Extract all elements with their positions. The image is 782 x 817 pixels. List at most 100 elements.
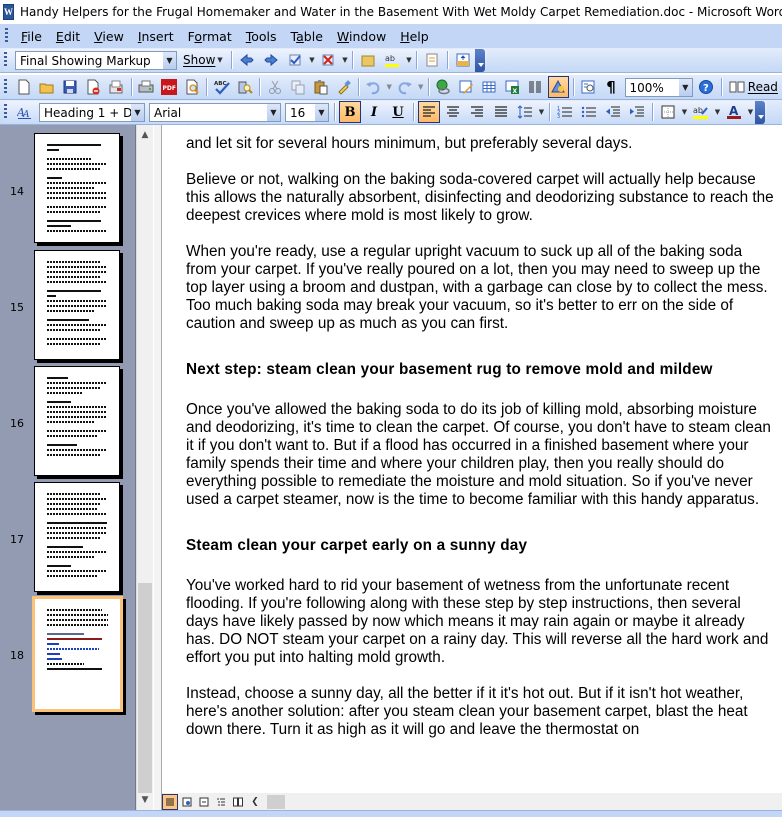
reading-layout-view-button[interactable] xyxy=(230,794,246,810)
chevron-down-icon[interactable]: ▼ xyxy=(307,56,316,64)
email-icon[interactable] xyxy=(106,76,127,98)
toolbar-grip-handle[interactable] xyxy=(4,79,7,95)
bold-button[interactable]: B xyxy=(339,101,361,123)
show-markup-button[interactable]: Show ▼ xyxy=(179,49,228,71)
toolbar-grip-handle[interactable] xyxy=(4,52,7,68)
previous-change-icon[interactable] xyxy=(236,49,258,71)
tables-borders-icon[interactable] xyxy=(456,76,477,98)
print-preview-icon[interactable] xyxy=(181,76,202,98)
help-icon[interactable]: ? xyxy=(696,76,717,98)
align-left-icon[interactable] xyxy=(418,101,440,123)
outline-view-button[interactable] xyxy=(213,794,229,810)
menu-view[interactable]: View xyxy=(87,29,131,44)
read-button[interactable]: Read xyxy=(725,76,782,98)
italic-button[interactable]: I xyxy=(363,101,385,123)
chevron-down-icon[interactable]: ▼ xyxy=(315,103,328,121)
document-body[interactable]: and let sit for several hours minimum, b… xyxy=(186,135,776,757)
save-icon[interactable] xyxy=(60,76,81,98)
chevron-down-icon[interactable]: ▼ xyxy=(416,83,425,91)
chevron-down-icon[interactable]: ▼ xyxy=(163,51,176,69)
scrollbar-thumb[interactable] xyxy=(138,583,152,793)
justify-icon[interactable] xyxy=(490,101,512,123)
bullets-icon[interactable] xyxy=(578,101,600,123)
scroll-left-icon[interactable]: ❮ xyxy=(247,794,263,810)
highlight-icon[interactable]: ab xyxy=(381,49,403,71)
chevron-down-icon[interactable]: ▼ xyxy=(537,108,546,116)
reject-change-icon[interactable] xyxy=(317,49,339,71)
format-painter-icon[interactable] xyxy=(333,76,354,98)
new-document-icon[interactable] xyxy=(14,76,35,98)
chevron-down-icon[interactable]: ▼ xyxy=(267,103,280,121)
show-formatting-icon[interactable]: ¶ xyxy=(601,76,622,98)
menu-format[interactable]: Format xyxy=(181,29,239,44)
copy-icon[interactable] xyxy=(287,76,308,98)
insert-excel-icon[interactable]: X xyxy=(502,76,523,98)
permission-icon[interactable] xyxy=(83,76,104,98)
styles-formatting-icon[interactable]: AA xyxy=(14,101,36,123)
chevron-down-icon[interactable]: ▼ xyxy=(680,108,689,116)
menu-window[interactable]: Window xyxy=(330,29,393,44)
cut-icon[interactable] xyxy=(264,76,285,98)
document-area[interactable]: and let sit for several hours minimum, b… xyxy=(162,125,782,793)
chevron-down-icon[interactable]: ▼ xyxy=(678,78,692,96)
highlight-color-icon[interactable]: ab xyxy=(690,101,712,123)
underline-button[interactable]: U xyxy=(387,101,409,123)
next-change-icon[interactable] xyxy=(260,49,282,71)
toolbar-grip-handle[interactable] xyxy=(5,28,8,44)
chevron-down-icon[interactable]: ▼ xyxy=(340,56,349,64)
insert-table-icon[interactable] xyxy=(479,76,500,98)
document-map-icon[interactable] xyxy=(578,76,599,98)
chevron-down-icon[interactable]: ▼ xyxy=(385,83,394,91)
open-folder-icon[interactable] xyxy=(37,76,58,98)
menu-file[interactable]: File xyxy=(14,29,49,44)
research-icon[interactable] xyxy=(234,76,255,98)
accept-change-icon[interactable] xyxy=(284,49,306,71)
decrease-indent-icon[interactable] xyxy=(602,101,624,123)
print-layout-view-button[interactable] xyxy=(196,794,212,810)
spelling-icon[interactable]: ABC xyxy=(211,76,232,98)
align-right-icon[interactable] xyxy=(466,101,488,123)
toolbar-options-button[interactable] xyxy=(475,48,486,72)
redo-icon[interactable] xyxy=(394,76,415,98)
pane-splitter[interactable] xyxy=(153,125,162,810)
display-for-review-select[interactable]: Final Showing Markup ▼ xyxy=(15,50,177,70)
toolbar-grip-handle[interactable] xyxy=(4,104,7,120)
paste-icon[interactable] xyxy=(310,76,331,98)
scroll-down-icon[interactable]: ▼ xyxy=(137,792,153,808)
columns-icon[interactable] xyxy=(525,76,546,98)
chevron-down-icon[interactable]: ▼ xyxy=(404,56,413,64)
svg-text:A: A xyxy=(729,104,739,118)
reviewing-pane-icon[interactable] xyxy=(452,49,474,71)
font-color-icon[interactable]: A xyxy=(723,101,745,123)
line-spacing-icon[interactable] xyxy=(514,101,536,123)
toolbar-options-button[interactable] xyxy=(755,100,765,124)
menu-help[interactable]: Help xyxy=(393,29,436,44)
chevron-down-icon[interactable]: ▼ xyxy=(713,108,722,116)
chevron-down-icon[interactable]: ▼ xyxy=(746,108,755,116)
numbering-icon[interactable]: 123 xyxy=(554,101,576,123)
hyperlink-icon[interactable] xyxy=(433,76,454,98)
chevron-down-icon[interactable]: ▼ xyxy=(131,103,144,121)
print-icon[interactable] xyxy=(136,76,157,98)
font-select[interactable]: Arial ▼ xyxy=(149,102,281,122)
borders-icon[interactable] xyxy=(657,101,679,123)
pdf-icon[interactable]: PDF xyxy=(159,76,180,98)
web-layout-view-button[interactable] xyxy=(179,794,195,810)
style-select[interactable]: Heading 1 + Dark ▼ xyxy=(39,102,145,122)
insert-comment-icon[interactable] xyxy=(357,49,379,71)
menu-tools[interactable]: Tools xyxy=(239,29,284,44)
scroll-up-icon[interactable]: ▲ xyxy=(137,127,153,143)
drawing-icon[interactable] xyxy=(547,76,569,98)
font-size-select[interactable]: 16 ▼ xyxy=(285,102,329,122)
undo-icon[interactable] xyxy=(363,76,384,98)
increase-indent-icon[interactable] xyxy=(626,101,648,123)
track-changes-icon[interactable] xyxy=(421,49,443,71)
thumbnails-scrollbar[interactable]: ▲ ▼ xyxy=(136,125,153,810)
align-center-icon[interactable] xyxy=(442,101,464,123)
menu-table[interactable]: Table xyxy=(284,29,330,44)
menu-insert[interactable]: Insert xyxy=(131,29,181,44)
normal-view-button[interactable] xyxy=(162,793,178,810)
menu-edit[interactable]: Edit xyxy=(49,29,87,44)
zoom-select[interactable]: 100% ▼ xyxy=(624,77,693,97)
horizontal-scrollbar-thumb[interactable] xyxy=(267,794,285,809)
